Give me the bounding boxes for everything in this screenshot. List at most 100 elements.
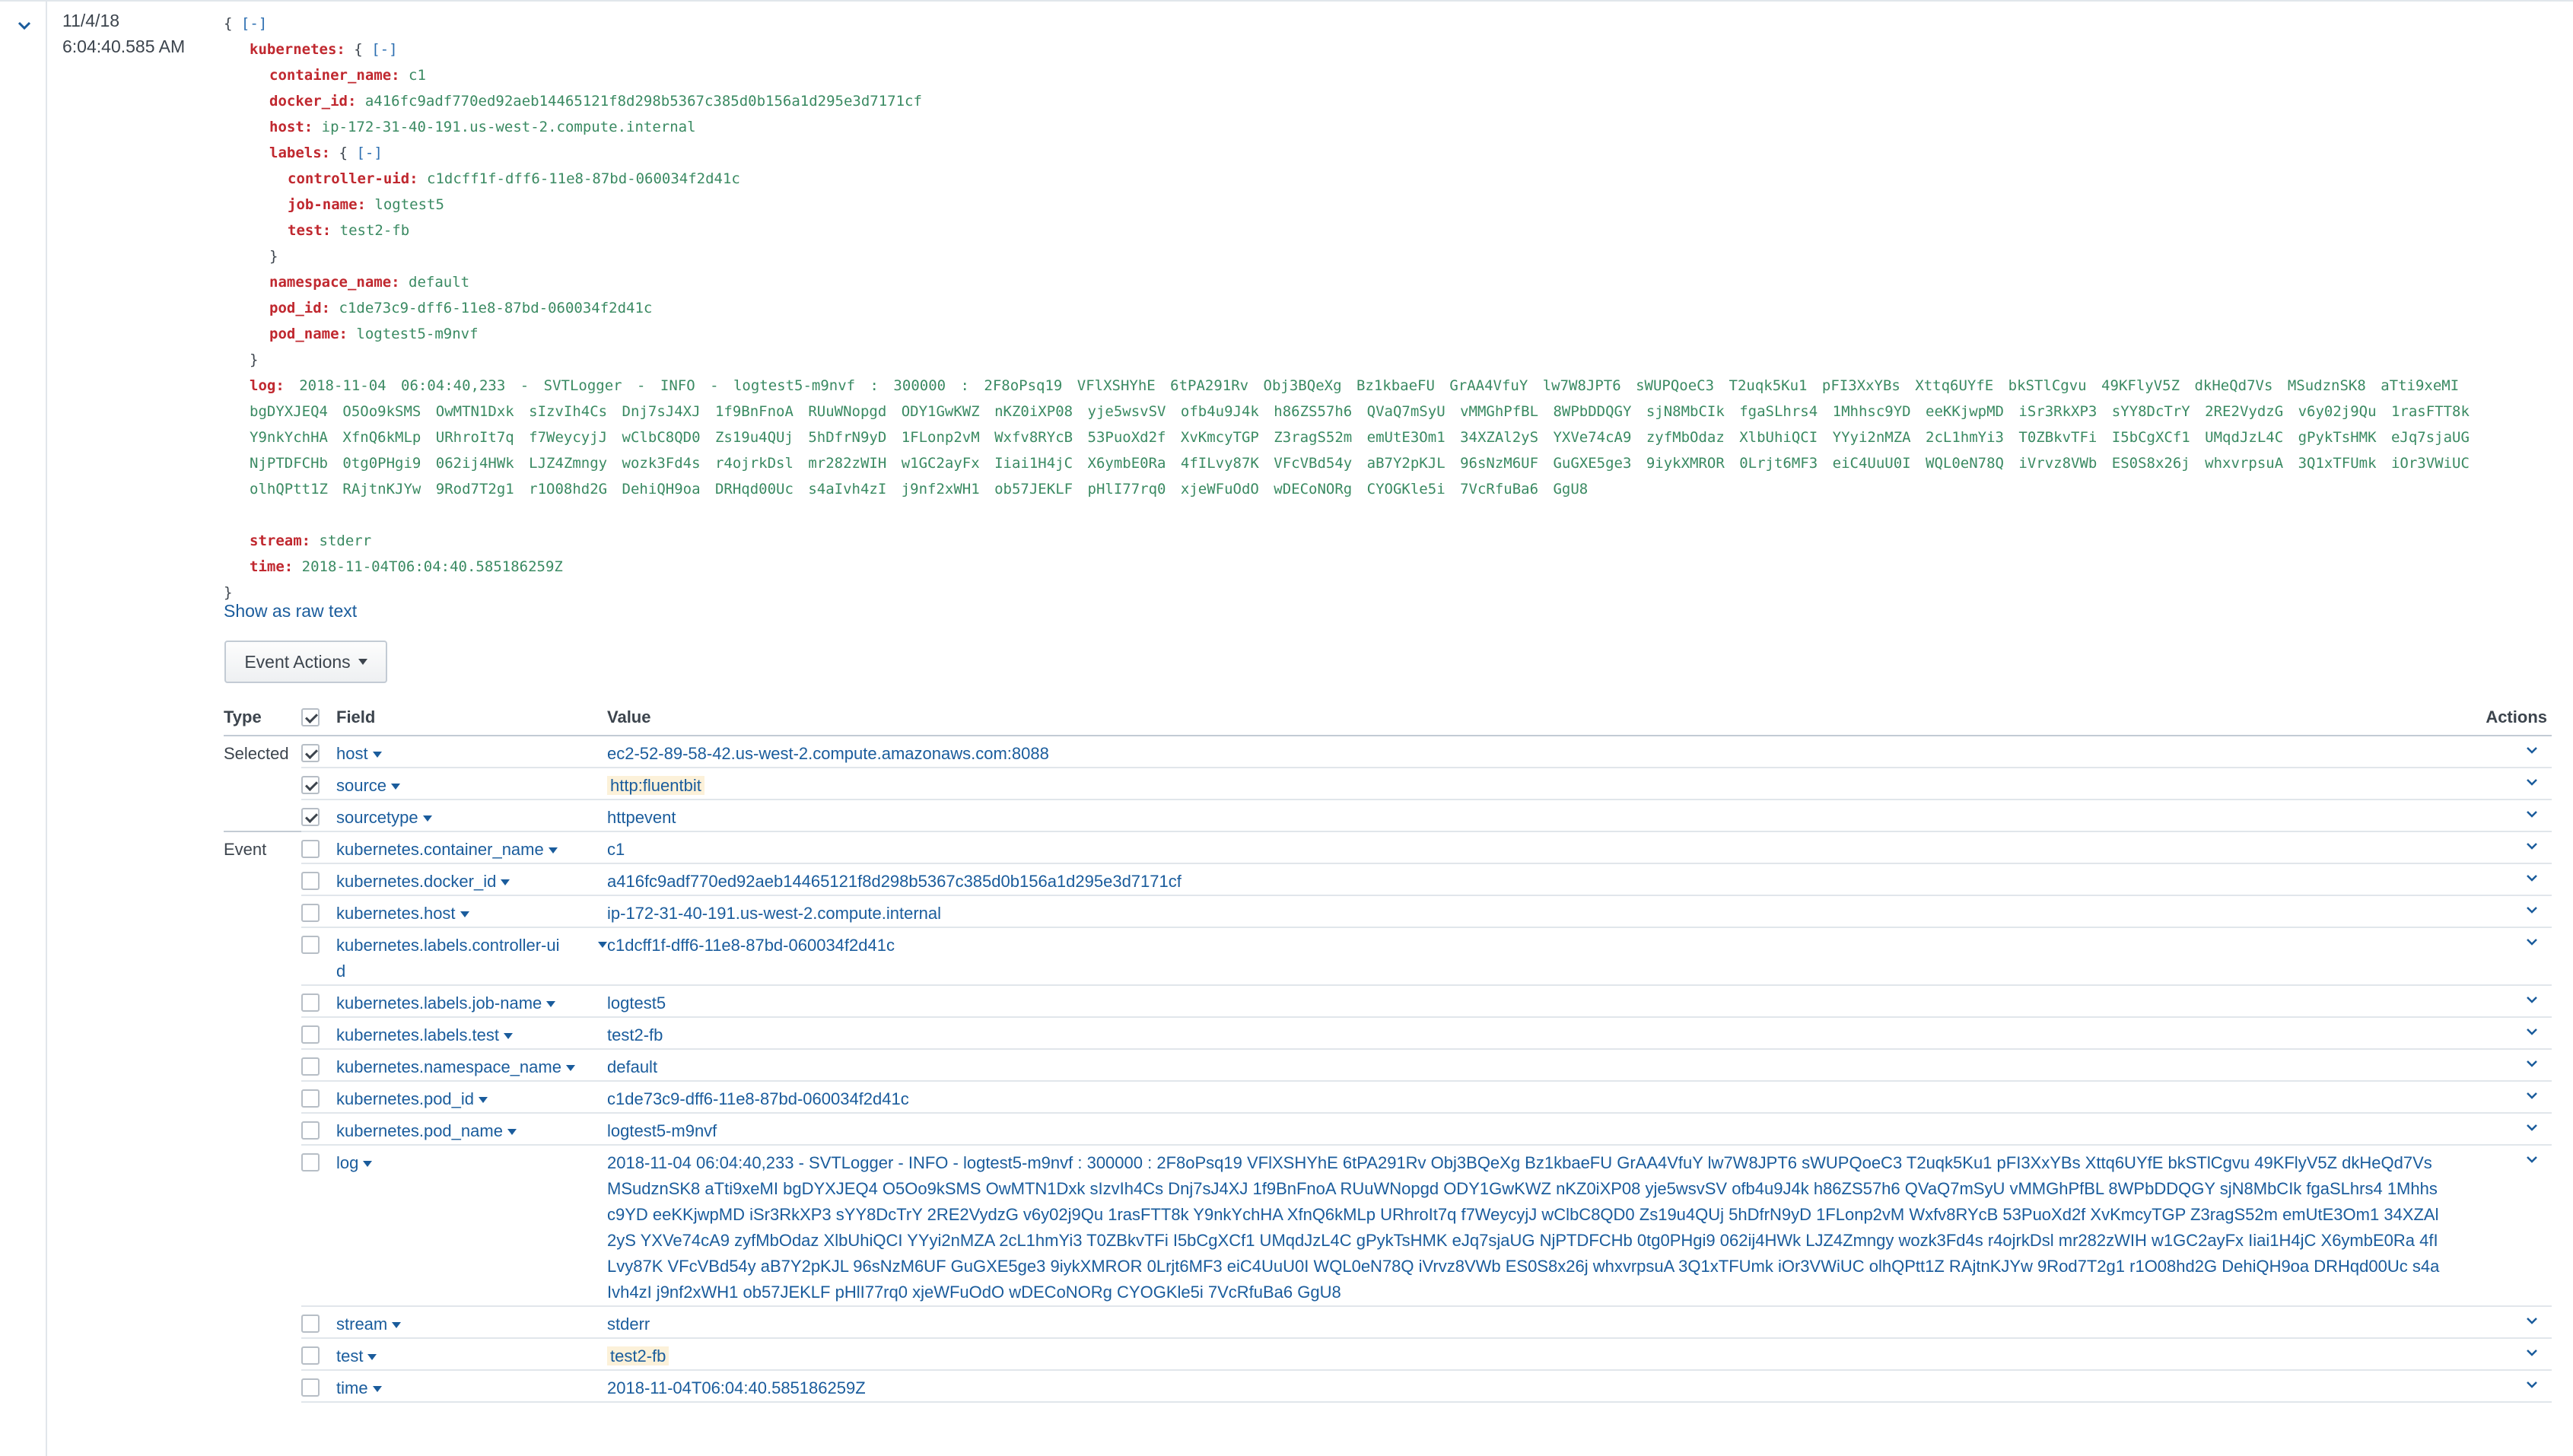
json-value-stream[interactable]: stderr bbox=[320, 532, 372, 549]
field-value-link[interactable]: default bbox=[607, 1057, 657, 1076]
collapse-event-chevron-icon[interactable] bbox=[12, 14, 37, 38]
field-name-link[interactable]: kubernetes.host bbox=[336, 904, 456, 923]
field-value-link[interactable]: ec2-52-89-58-42.us-west-2.compute.amazon… bbox=[607, 744, 1049, 763]
field-select-checkbox-icon[interactable] bbox=[301, 993, 320, 1012]
row-actions-chevron-down-icon[interactable] bbox=[2523, 773, 2541, 791]
row-actions-chevron-down-icon[interactable] bbox=[2523, 1150, 2541, 1168]
field-name-link[interactable]: stream bbox=[336, 1315, 387, 1334]
field-value-link[interactable]: logtest5-m9nvf bbox=[607, 1121, 717, 1140]
json-collapse-toggle[interactable]: [-] bbox=[371, 41, 397, 58]
field-name-link[interactable]: kubernetes.labels.controller-uid bbox=[336, 936, 560, 981]
field-value-link[interactable]: http:fluentbit bbox=[607, 776, 704, 795]
row-actions-chevron-down-icon[interactable] bbox=[2523, 1086, 2541, 1105]
field-name-link[interactable]: test bbox=[336, 1346, 363, 1365]
field-select-checkbox-icon[interactable] bbox=[301, 1025, 320, 1044]
field-name-link[interactable]: sourcetype bbox=[336, 808, 418, 827]
field-name-link[interactable]: kubernetes.pod_id bbox=[336, 1089, 474, 1108]
row-actions-chevron-down-icon[interactable] bbox=[2523, 1118, 2541, 1137]
field-row: kubernetes.namespace_name default bbox=[224, 1049, 2552, 1082]
field-name-link[interactable]: kubernetes.docker_id bbox=[336, 872, 496, 891]
row-actions-chevron-down-icon[interactable] bbox=[2523, 901, 2541, 919]
caret-down-icon[interactable] bbox=[507, 1129, 517, 1136]
event-actions-button[interactable]: Event Actions bbox=[224, 641, 387, 683]
caret-down-icon[interactable] bbox=[598, 942, 607, 948]
field-select-checkbox-icon[interactable] bbox=[301, 1057, 320, 1076]
field-select-checkbox-icon[interactable] bbox=[301, 776, 320, 794]
json-collapse-toggle[interactable]: [-] bbox=[241, 15, 267, 32]
row-actions-chevron-down-icon[interactable] bbox=[2523, 869, 2541, 887]
row-actions-chevron-down-icon[interactable] bbox=[2523, 837, 2541, 855]
field-value-link[interactable]: stderr bbox=[607, 1315, 650, 1334]
field-select-checkbox-icon[interactable] bbox=[301, 1121, 320, 1140]
field-name-link[interactable]: log bbox=[336, 1153, 358, 1172]
field-select-checkbox-icon[interactable] bbox=[301, 936, 320, 954]
caret-down-icon[interactable] bbox=[363, 1161, 373, 1168]
field-value-link[interactable]: c1 bbox=[607, 840, 625, 859]
field-select-checkbox-icon[interactable] bbox=[301, 744, 320, 762]
json-value-pod-id[interactable]: c1de73c9-dff6-11e8-87bd-060034f2d41c bbox=[339, 300, 653, 316]
json-value-time[interactable]: 2018-11-04T06:04:40.585186259Z bbox=[302, 558, 563, 575]
field-select-checkbox-icon[interactable] bbox=[301, 1378, 320, 1397]
field-select-checkbox-icon[interactable] bbox=[301, 904, 320, 922]
json-collapse-toggle[interactable]: [-] bbox=[356, 145, 382, 161]
field-value-link[interactable]: test2-fb bbox=[607, 1346, 669, 1365]
field-value-link[interactable]: 2018-11-04T06:04:40.585186259Z bbox=[607, 1378, 866, 1397]
field-value-link[interactable]: c1de73c9-dff6-11e8-87bd-060034f2d41c bbox=[607, 1089, 909, 1108]
select-all-checkbox-icon[interactable] bbox=[301, 708, 320, 726]
field-name-link[interactable]: kubernetes.labels.job-name bbox=[336, 993, 542, 1013]
field-select-checkbox-icon[interactable] bbox=[301, 808, 320, 826]
caret-down-icon[interactable] bbox=[392, 1322, 402, 1329]
field-select-checkbox-icon[interactable] bbox=[301, 872, 320, 890]
json-value-controller-uid[interactable]: c1dcff1f-dff6-11e8-87bd-060034f2d41c bbox=[427, 170, 740, 187]
field-value-link[interactable]: ip-172-31-40-191.us-west-2.compute.inter… bbox=[607, 904, 941, 923]
field-value-link[interactable]: test2-fb bbox=[607, 1025, 663, 1044]
show-as-raw-text-link[interactable]: Show as raw text bbox=[224, 601, 357, 622]
caret-down-icon[interactable] bbox=[391, 784, 401, 790]
field-select-checkbox-icon[interactable] bbox=[301, 1089, 320, 1108]
caret-down-icon[interactable] bbox=[372, 1386, 382, 1393]
field-name-link[interactable]: kubernetes.container_name bbox=[336, 840, 544, 859]
row-actions-chevron-down-icon[interactable] bbox=[2523, 805, 2541, 823]
caret-down-icon[interactable] bbox=[548, 847, 558, 854]
caret-down-icon[interactable] bbox=[501, 879, 510, 886]
field-name-link[interactable]: host bbox=[336, 744, 368, 763]
field-value-link[interactable]: c1dcff1f-dff6-11e8-87bd-060034f2d41c bbox=[607, 936, 895, 955]
json-value-docker-id[interactable]: a416fc9adf770ed92aeb14465121f8d298b5367c… bbox=[365, 93, 922, 110]
caret-down-icon[interactable] bbox=[367, 1354, 377, 1361]
json-value-log[interactable]: 2018-11-04 06:04:40,233 - SVTLogger - IN… bbox=[250, 377, 2470, 498]
row-actions-chevron-down-icon[interactable] bbox=[2523, 741, 2541, 759]
field-select-checkbox-icon[interactable] bbox=[301, 1346, 320, 1365]
caret-down-icon[interactable] bbox=[565, 1065, 575, 1072]
json-value-job-name[interactable]: logtest5 bbox=[374, 196, 444, 213]
field-name-link[interactable]: source bbox=[336, 776, 386, 795]
json-value-test[interactable]: test2-fb bbox=[340, 222, 410, 239]
field-name-link[interactable]: kubernetes.namespace_name bbox=[336, 1057, 561, 1076]
field-value-link[interactable]: logtest5 bbox=[607, 993, 666, 1013]
caret-down-icon[interactable] bbox=[422, 815, 432, 822]
field-value-link[interactable]: httpevent bbox=[607, 808, 676, 827]
caret-down-icon[interactable] bbox=[546, 1001, 556, 1008]
caret-down-icon[interactable] bbox=[372, 752, 382, 758]
row-actions-chevron-down-icon[interactable] bbox=[2523, 1054, 2541, 1073]
row-actions-chevron-down-icon[interactable] bbox=[2523, 1343, 2541, 1362]
field-name-link[interactable]: kubernetes.pod_name bbox=[336, 1121, 503, 1140]
json-value-host[interactable]: ip-172-31-40-191.us-west-2.compute.inter… bbox=[322, 119, 696, 135]
row-actions-chevron-down-icon[interactable] bbox=[2523, 990, 2541, 1009]
caret-down-icon[interactable] bbox=[479, 1097, 488, 1104]
row-actions-chevron-down-icon[interactable] bbox=[2523, 1375, 2541, 1394]
field-name-link[interactable]: time bbox=[336, 1378, 368, 1397]
row-actions-chevron-down-icon[interactable] bbox=[2523, 1022, 2541, 1041]
json-value-container-name[interactable]: c1 bbox=[409, 67, 426, 84]
caret-down-icon[interactable] bbox=[504, 1033, 514, 1040]
json-value-namespace-name[interactable]: default bbox=[409, 274, 469, 291]
caret-down-icon[interactable] bbox=[460, 911, 469, 918]
row-actions-chevron-down-icon[interactable] bbox=[2523, 1311, 2541, 1330]
field-name-link[interactable]: kubernetes.labels.test bbox=[336, 1025, 499, 1044]
field-select-checkbox-icon[interactable] bbox=[301, 840, 320, 858]
field-value-link[interactable]: a416fc9adf770ed92aeb14465121f8d298b5367c… bbox=[607, 872, 1182, 891]
row-actions-chevron-down-icon[interactable] bbox=[2523, 933, 2541, 951]
json-value-pod-name[interactable]: logtest5-m9nvf bbox=[356, 326, 478, 342]
field-value-link[interactable]: 2018-11-04 06:04:40,233 - SVTLogger - IN… bbox=[607, 1153, 2439, 1302]
field-select-checkbox-icon[interactable] bbox=[301, 1153, 320, 1171]
field-select-checkbox-icon[interactable] bbox=[301, 1315, 320, 1333]
